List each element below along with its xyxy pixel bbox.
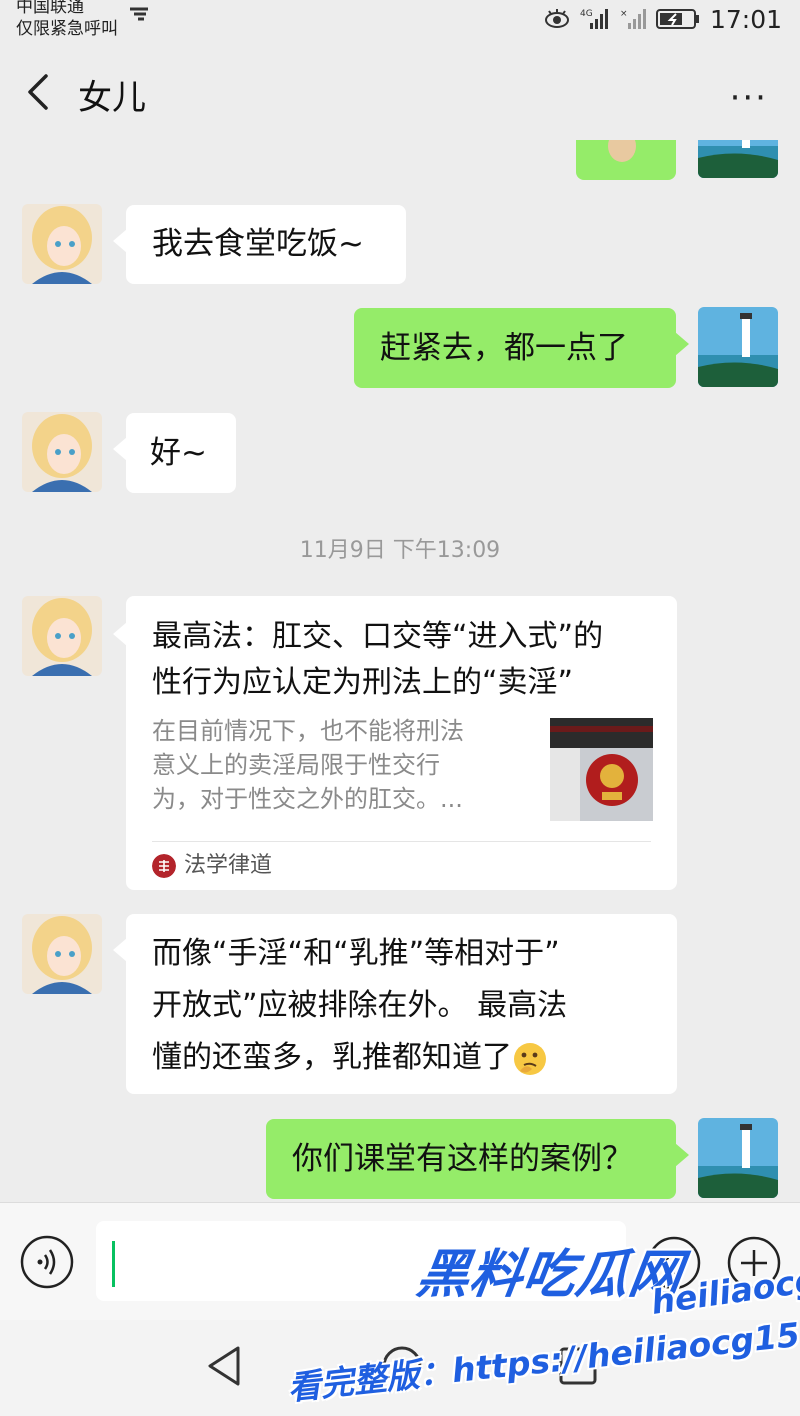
- wifi-off-icon: [130, 7, 148, 21]
- signal-no-sim-icon: ×: [620, 9, 646, 29]
- contact-avatar[interactable]: [22, 596, 102, 676]
- lighthouse-avatar-icon: [698, 307, 778, 387]
- message-bubble[interactable]: 我去食堂吃饭~: [113, 205, 406, 284]
- message-bubble[interactable]: 而像“手淫“和“乳推”等相对于” 开放式”应被排除在外。 最高法 懂的还蛮多，乳…: [113, 914, 677, 1094]
- source-logo-icon: [152, 854, 176, 878]
- article-card[interactable]: 最高法：肛交、口交等“进入式”的 性行为应认定为刑法上的“卖淫” 在目前情况下，…: [113, 596, 677, 890]
- my-avatar[interactable]: [698, 307, 778, 387]
- text-caret: [112, 1241, 115, 1287]
- message-bubble[interactable]: 好~: [113, 413, 236, 493]
- lighthouse-avatar-icon: [698, 140, 778, 178]
- message-text: 你们课堂有这样的案例？: [292, 1141, 633, 1177]
- article-description: 在目前情况下，也不能将刑法 意义上的卖淫局限于性交行 为，对于性交之外的肛交。.…: [152, 714, 527, 816]
- article-title: 最高法：肛交、口交等“进入式”的 性行为应认定为刑法上的“卖淫”: [152, 614, 662, 706]
- article-title-line: 性行为应认定为刑法上的“卖淫”: [152, 665, 574, 700]
- message-bubble[interactable]: 赶紧去，都一点了: [354, 308, 689, 388]
- clock: 17:01: [709, 4, 782, 34]
- message-line: 而像“手淫“和“乳推”等相对于”: [152, 936, 560, 971]
- eye-comfort-icon: [544, 9, 569, 28]
- signal-4g-icon: 4G: [580, 9, 608, 29]
- message-text: 我去食堂吃饭~: [152, 226, 364, 262]
- my-avatar[interactable]: [698, 140, 778, 178]
- article-thumbnail: [550, 718, 653, 821]
- emergency-only-label: 仅限紧急呼叫: [16, 19, 118, 39]
- card-divider: [152, 841, 651, 842]
- more-options-button[interactable]: ···: [730, 78, 768, 118]
- contact-avatar[interactable]: [22, 412, 102, 492]
- carrier-name: 中国联通: [16, 0, 84, 17]
- anime-girl-avatar-icon: [22, 914, 102, 994]
- anime-girl-avatar-icon: [22, 412, 102, 492]
- thinking-face-icon: [514, 1042, 546, 1075]
- sticker-partial-icon: [608, 140, 636, 162]
- voice-icon[interactable]: [20, 1235, 74, 1289]
- message-text: 赶紧去，都一点了: [380, 330, 628, 366]
- message-timestamp: 11月9日 下午13:09: [299, 538, 501, 563]
- article-title-line: 最高法：肛交、口交等“进入式”的: [152, 619, 604, 654]
- anime-girl-avatar-icon: [22, 204, 102, 284]
- my-avatar[interactable]: [698, 1118, 778, 1198]
- lighthouse-avatar-icon: [698, 1118, 778, 1198]
- message-text: 而像“手淫“和“乳推”等相对于” 开放式”应被排除在外。 最高法 懂的还蛮多，乳…: [152, 928, 662, 1084]
- article-source: 法学律道: [184, 853, 273, 878]
- back-arrow-icon[interactable]: [22, 72, 56, 112]
- battery-icon: [655, 9, 699, 29]
- contact-avatar[interactable]: [22, 914, 102, 994]
- previous-message-bubble: [576, 140, 676, 180]
- court-emblem-image-icon: [550, 718, 653, 821]
- nav-back-icon[interactable]: [204, 1344, 244, 1388]
- message-text: 好~: [150, 435, 207, 471]
- watermark-brand: 黑料吃瓜网: [413, 1245, 687, 1305]
- message-line: 懂的还蛮多，乳推都知道了: [152, 1032, 662, 1084]
- message-line: 开放式”应被排除在外。 最高法: [152, 988, 568, 1023]
- message-line-text: 懂的还蛮多，乳推都知道了: [152, 1040, 512, 1075]
- status-icons: 4G × 17:01: [544, 4, 782, 34]
- article-description-line: 为，对于性交之外的肛交。...: [152, 785, 463, 813]
- article-description-line: 在目前情况下，也不能将刑法: [152, 717, 464, 745]
- svg-text:×: ×: [620, 9, 628, 19]
- chat-header: 女儿 ···: [0, 44, 800, 140]
- chat-title: 女儿: [78, 78, 146, 118]
- chat-messages: 我去食堂吃饭~ 赶紧去，都一点了 好~ 11月9日 下午13:09 最高法：肛交…: [0, 140, 800, 1202]
- article-description-line: 意义上的卖淫局限于性交行: [152, 751, 440, 779]
- message-bubble[interactable]: 你们课堂有这样的案例？: [266, 1119, 689, 1199]
- contact-avatar[interactable]: [22, 204, 102, 284]
- carrier-info: 中国联通 仅限紧急呼叫: [16, 0, 118, 40]
- svg-text:4G: 4G: [580, 9, 593, 19]
- status-bar: 中国联通 仅限紧急呼叫 4G × 17:01: [0, 0, 800, 44]
- anime-girl-avatar-icon: [22, 596, 102, 676]
